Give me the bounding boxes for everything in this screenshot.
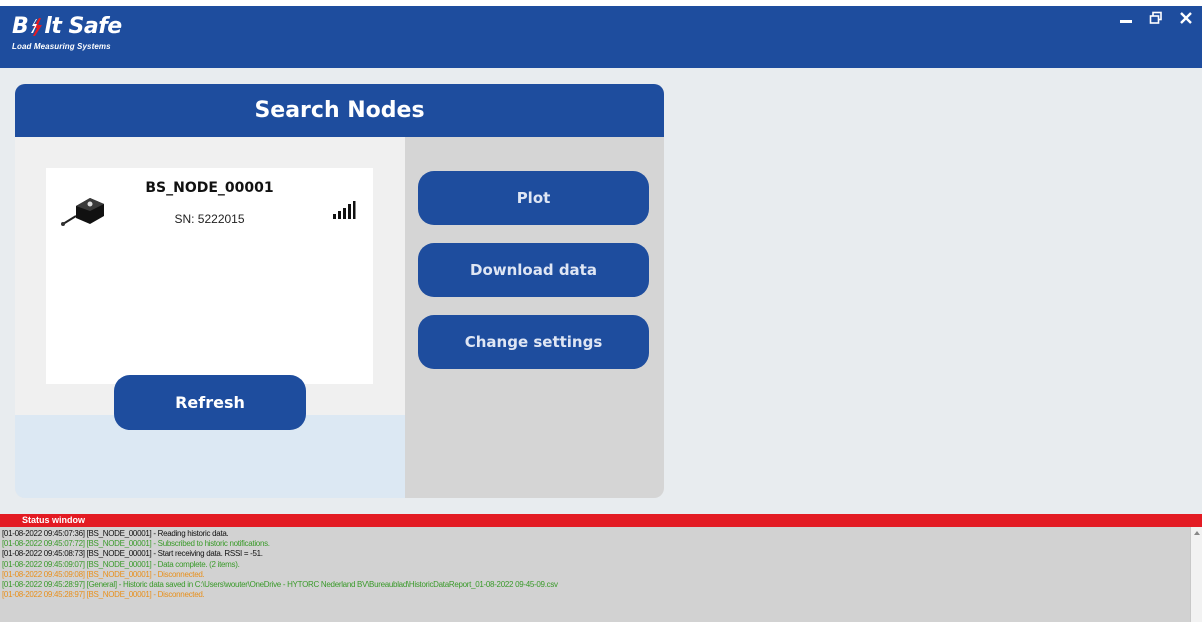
status-scrollbar[interactable] <box>1190 527 1202 622</box>
search-nodes-panel: Search Nodes BS_NODE_00001 SN: 5222015 R… <box>15 84 664 498</box>
restore-button[interactable] <box>1148 10 1164 26</box>
logo-text-right: lt Safe <box>44 14 122 39</box>
main-area: Search Nodes BS_NODE_00001 SN: 5222015 R… <box>0 68 1202 514</box>
logo-tagline: Load Measuring Systems <box>12 42 111 51</box>
status-log-line: [01-08-2022 09:45:09:07] [BS_NODE_00001]… <box>2 559 240 569</box>
bolt-icon <box>31 18 43 36</box>
node-card[interactable]: BS_NODE_00001 SN: 5222015 <box>46 168 373 384</box>
download-data-button[interactable]: Download data <box>418 243 649 297</box>
node-list-area: BS_NODE_00001 SN: 5222015 <box>15 137 405 498</box>
close-icon <box>1180 12 1192 24</box>
minimize-icon <box>1120 20 1132 23</box>
minimize-button[interactable] <box>1118 10 1134 26</box>
scroll-up-icon[interactable] <box>1194 531 1200 535</box>
logo-wordmark: B lt Safe <box>12 14 122 40</box>
signal-strength-icon <box>333 201 356 219</box>
status-log[interactable]: [01-08-2022 09:45:07:36] [BS_NODE_00001]… <box>0 527 1190 622</box>
restore-icon <box>1149 11 1162 24</box>
status-log-line: [01-08-2022 09:45:28:97] [BS_NODE_00001]… <box>2 590 205 600</box>
status-log-line: [01-08-2022 09:45:28:97] [General] - His… <box>2 580 558 590</box>
close-button[interactable] <box>1178 10 1194 26</box>
refresh-button[interactable]: Refresh <box>114 375 306 430</box>
panel-title: Search Nodes <box>15 84 664 137</box>
status-window-title: Status window <box>0 514 1202 527</box>
node-name: BS_NODE_00001 <box>145 180 274 196</box>
app-header: B lt Safe Load Measuring Systems <box>0 6 1202 68</box>
change-settings-button[interactable]: Change settings <box>418 315 649 369</box>
status-log-line: [01-08-2022 09:45:08:73] [BS_NODE_00001]… <box>2 549 263 559</box>
boltsafe-logo: B lt Safe Load Measuring Systems <box>12 14 122 51</box>
plot-button[interactable]: Plot <box>418 171 649 225</box>
logo-text-left: B <box>12 14 29 39</box>
status-log-line: [01-08-2022 09:45:09:08] [BS_NODE_00001]… <box>2 569 205 579</box>
status-log-line: [01-08-2022 09:45:07:36] [BS_NODE_00001]… <box>2 529 229 538</box>
status-log-line: [01-08-2022 09:45:07:72] [BS_NODE_00001]… <box>2 539 270 549</box>
node-serial: SN: 5222015 <box>174 212 245 226</box>
status-window: Status window [01-08-2022 09:45:07:36] [… <box>0 514 1202 622</box>
window-controls <box>1118 10 1194 26</box>
